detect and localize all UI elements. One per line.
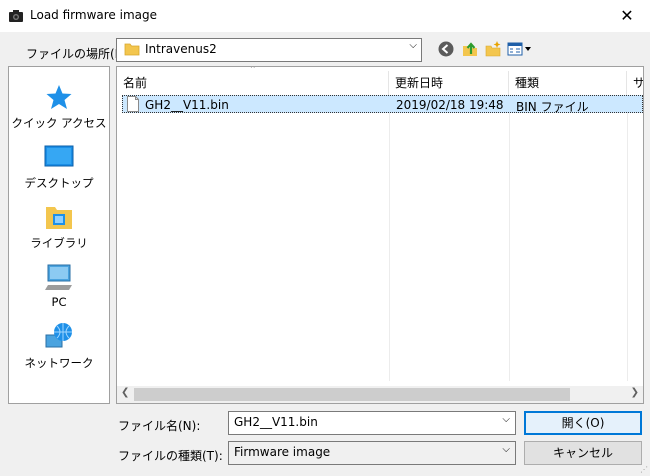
- location-value: Intravenus2: [145, 42, 217, 56]
- sidebar-item-label: PC: [51, 295, 67, 309]
- sidebar-item-desktop[interactable]: デスクトップ: [9, 143, 109, 191]
- filename-label: ファイル名(N):: [118, 419, 201, 433]
- view-menu-icon[interactable]: [507, 40, 533, 58]
- scroll-left-icon[interactable]: ❮: [121, 387, 129, 398]
- sidebar-item-label: デスクトップ: [24, 176, 94, 190]
- sidebar-item-label: ライブラリ: [30, 236, 88, 250]
- column-divider: [389, 95, 390, 381]
- location-dropdown[interactable]: Intravenus2 ⌵: [116, 38, 422, 62]
- column-divider: [627, 95, 628, 381]
- sidebar-item-library[interactable]: ライブラリ: [9, 203, 109, 251]
- scrollbar-thumb[interactable]: [134, 388, 570, 401]
- back-icon[interactable]: [437, 40, 455, 58]
- filetype-dropdown[interactable]: Firmware image ⌵: [228, 441, 516, 465]
- close-icon: ✕: [620, 6, 634, 25]
- pc-icon: [45, 264, 72, 290]
- up-folder-icon[interactable]: [461, 40, 479, 58]
- folder-icon: [124, 42, 140, 56]
- filename-input[interactable]: GH2__V11.bin ⌵: [228, 411, 516, 435]
- cancel-button[interactable]: キャンセル: [524, 441, 642, 465]
- filetype-label: ファイルの種類(T):: [118, 449, 223, 463]
- new-folder-icon[interactable]: [484, 40, 502, 58]
- sidebar-item-label: クイック アクセス: [11, 116, 107, 130]
- star-icon: [46, 85, 72, 109]
- camera-icon: [8, 9, 24, 23]
- filetype-value: Firmware image: [234, 445, 331, 459]
- table-row[interactable]: GH2__V11.bin 2019/02/18 19:48 BIN ファイル: [122, 95, 643, 115]
- places-sidebar: クイック アクセス デスクトップ ライブラリ PC ネットワーク: [8, 66, 110, 404]
- file-name: GH2__V11.bin: [145, 98, 229, 112]
- desktop-icon: [44, 145, 74, 167]
- close-button[interactable]: ✕: [604, 0, 650, 32]
- scroll-right-icon[interactable]: ❯: [631, 387, 639, 398]
- column-header-name[interactable]: 名前: [117, 71, 389, 95]
- library-icon: [46, 207, 72, 229]
- open-button[interactable]: 開く(O): [524, 411, 642, 435]
- chevron-down-icon: ⌵: [502, 444, 510, 455]
- window-title: Load firmware image: [30, 8, 157, 22]
- file-modified: 2019/02/18 19:48: [396, 98, 504, 112]
- file-icon: [126, 96, 140, 115]
- horizontal-scrollbar[interactable]: ❮ ❯: [117, 386, 643, 403]
- file-list[interactable]: ⌃ 名前 更新日時 種類 サ GH2__V11.bin 2019/02/18 1…: [116, 66, 644, 404]
- resize-grip-icon[interactable]: ⋰: [640, 465, 648, 474]
- sidebar-item-network[interactable]: ネットワーク: [9, 321, 109, 371]
- sidebar-item-label: ネットワーク: [24, 356, 94, 370]
- sidebar-item-pc[interactable]: PC: [9, 263, 109, 309]
- column-divider: [509, 95, 510, 381]
- sidebar-item-quick-access[interactable]: クイック アクセス: [9, 83, 109, 131]
- network-icon: [45, 323, 72, 348]
- location-label: ファイルの場所(I):: [26, 47, 127, 61]
- file-type: BIN ファイル: [516, 100, 589, 114]
- filename-value: GH2__V11.bin: [234, 415, 318, 429]
- chevron-down-icon: ⌵: [409, 40, 417, 51]
- title-bar: Load firmware image ✕: [0, 0, 650, 32]
- column-header-type[interactable]: 種類: [509, 71, 627, 95]
- column-header-modified[interactable]: 更新日時: [389, 71, 509, 95]
- column-header-size[interactable]: サ: [627, 71, 643, 95]
- chevron-down-icon[interactable]: ⌵: [502, 414, 510, 425]
